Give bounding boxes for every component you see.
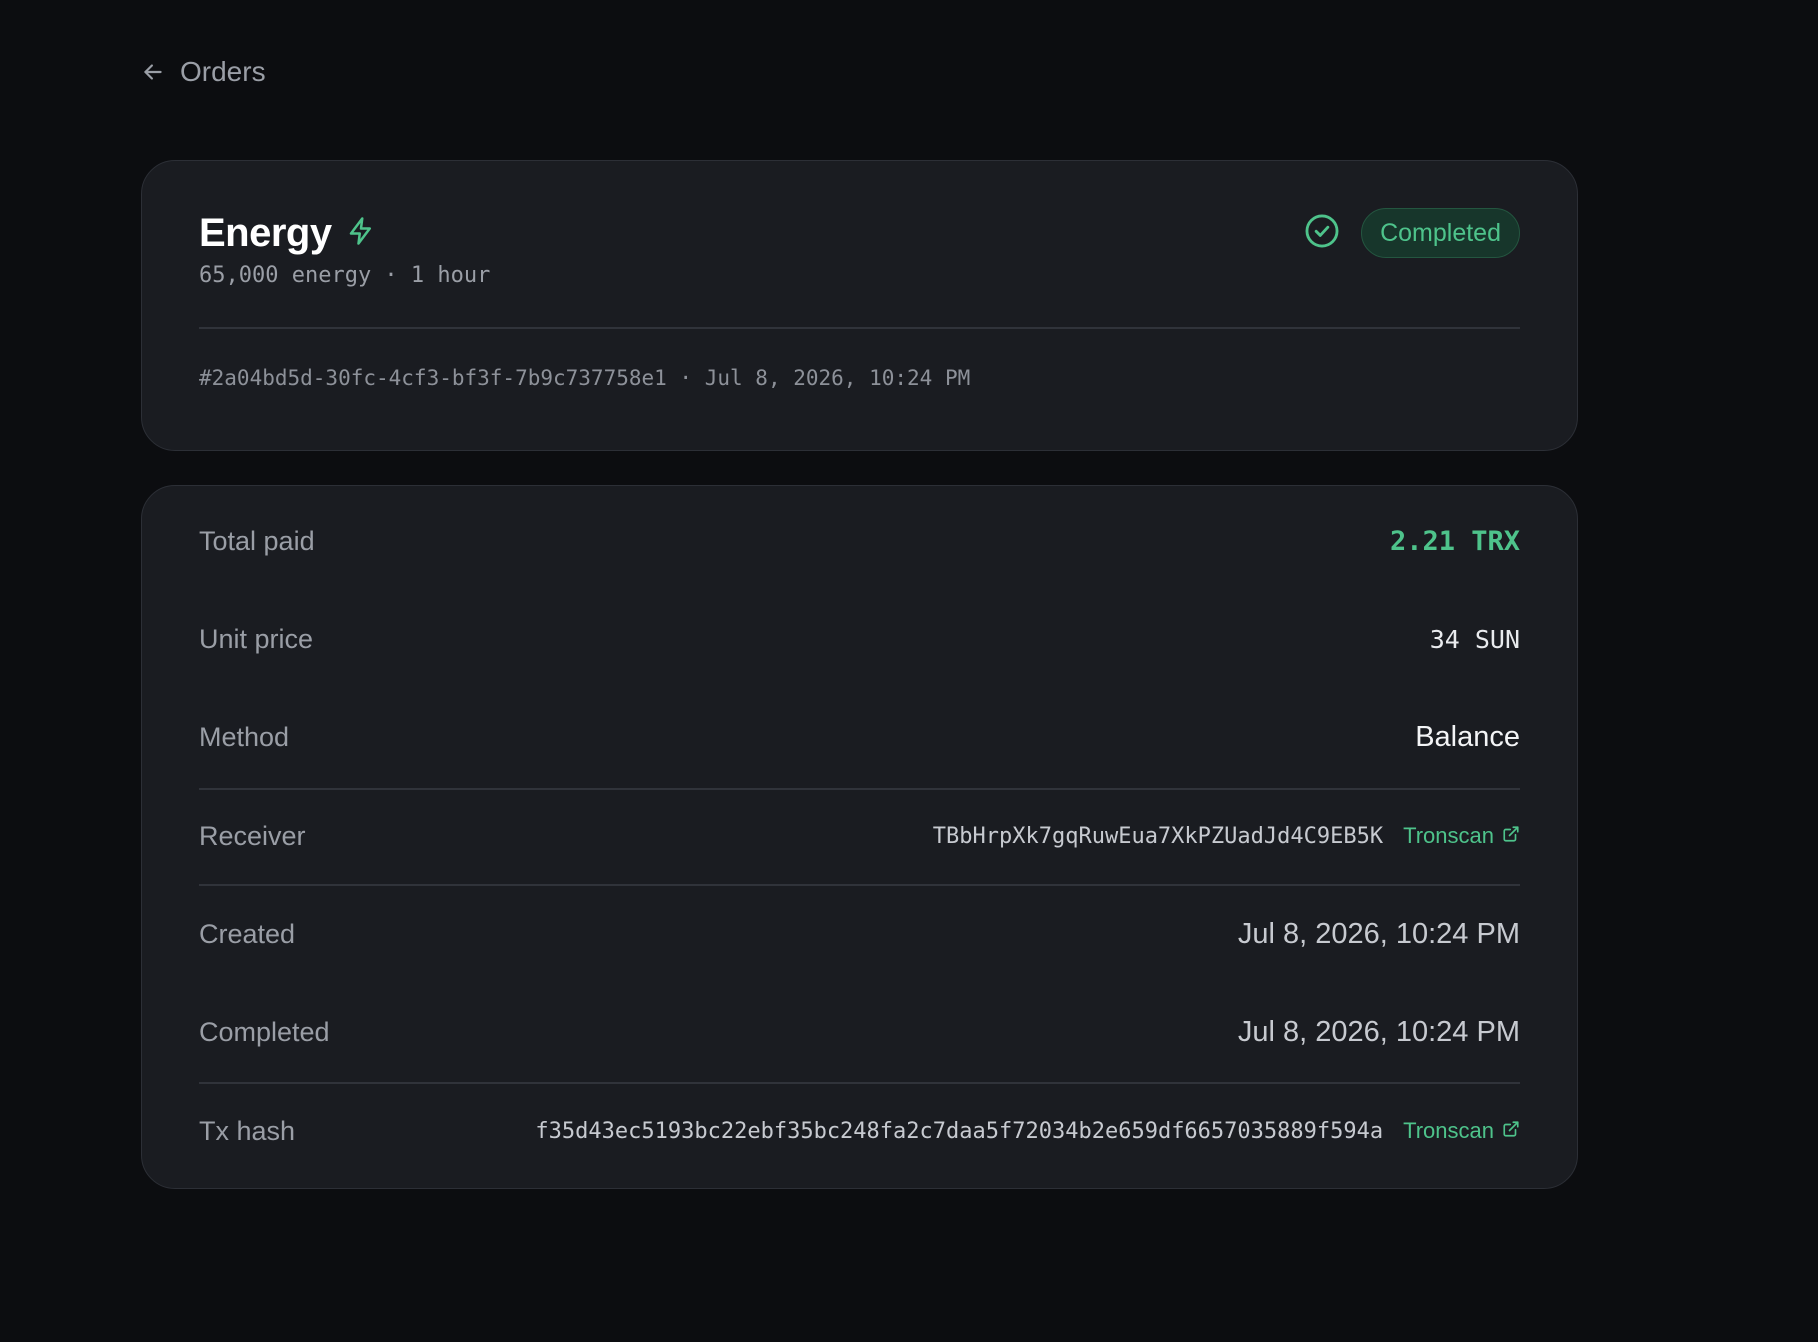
- receiver-address: TBbHrpXk7gqRuwEua7XkPZUadJd4C9EB5K: [932, 823, 1384, 849]
- status-area: Completed: [1303, 183, 1520, 283]
- tx-hash-value: f35d43ec5193bc22ebf35bc248fa2c7daa5f7203…: [535, 1118, 1384, 1144]
- unit-price-value: 34 SUN: [1429, 624, 1520, 654]
- method-label: Method: [199, 721, 290, 752]
- total-paid-label: Total paid: [199, 525, 315, 556]
- check-circle-icon: [1303, 212, 1341, 255]
- unit-price-label: Unit price: [199, 623, 314, 654]
- detail-row-method: Method Balance: [199, 707, 1520, 767]
- receiver-tronscan-link[interactable]: Tronscan: [1403, 823, 1520, 849]
- detail-row-total-paid: Total paid 2.21 TRX: [199, 511, 1520, 571]
- order-summary-header: Energy 65,000 energy · 1 hour Completed: [199, 208, 1520, 313]
- tx-hash-value-group: f35d43ec5193bc22ebf35bc248fa2c7daa5f7203…: [535, 1118, 1520, 1144]
- arrow-left-icon: [140, 59, 166, 85]
- divider: [199, 788, 1520, 790]
- tronscan-link-label: Tronscan: [1403, 823, 1494, 848]
- detail-row-receiver: Receiver TBbHrpXk7gqRuwEua7XkPZUadJd4C9E…: [199, 806, 1520, 866]
- order-id-and-date: #2a04bd5d-30fc-4cf3-bf3f-7b9c737758e1 · …: [199, 366, 971, 390]
- detail-row-completed: Completed Jul 8, 2026, 10:24 PM: [199, 1002, 1520, 1062]
- completed-label: Completed: [199, 1016, 330, 1047]
- tx-hash-label: Tx hash: [199, 1115, 296, 1146]
- order-summary-card: Energy 65,000 energy · 1 hour Completed …: [141, 160, 1578, 451]
- created-label: Created: [199, 918, 296, 949]
- divider: [199, 884, 1520, 886]
- back-to-orders-link[interactable]: Orders: [140, 56, 266, 88]
- divider: [199, 1082, 1520, 1084]
- detail-row-tx-hash: Tx hash f35d43ec5193bc22ebf35bc248fa2c7d…: [199, 1101, 1520, 1161]
- product-name: Energy: [199, 211, 332, 255]
- external-link-icon: [1502, 823, 1520, 849]
- created-value: Jul 8, 2026, 10:24 PM: [1237, 917, 1520, 950]
- external-link-icon: [1502, 1118, 1520, 1144]
- total-paid-value: 2.21 TRX: [1389, 525, 1520, 557]
- order-details-card: Total paid 2.21 TRX Unit price 34 SUN Me…: [141, 485, 1578, 1189]
- completed-value: Jul 8, 2026, 10:24 PM: [1237, 1015, 1520, 1048]
- back-link-label: Orders: [180, 56, 266, 87]
- divider: [199, 327, 1520, 329]
- receiver-value-group: TBbHrpXk7gqRuwEua7XkPZUadJd4C9EB5K Trons…: [933, 823, 1520, 849]
- detail-row-created: Created Jul 8, 2026, 10:24 PM: [199, 904, 1520, 964]
- detail-row-unit-price: Unit price 34 SUN: [199, 609, 1520, 669]
- method-value: Balance: [1415, 720, 1520, 753]
- status-badge: Completed: [1361, 208, 1520, 258]
- receiver-label: Receiver: [199, 820, 306, 851]
- tx-hash-tronscan-link[interactable]: Tronscan: [1403, 1118, 1520, 1144]
- lightning-bolt-icon: [346, 216, 376, 251]
- tronscan-link-label: Tronscan: [1403, 1118, 1494, 1143]
